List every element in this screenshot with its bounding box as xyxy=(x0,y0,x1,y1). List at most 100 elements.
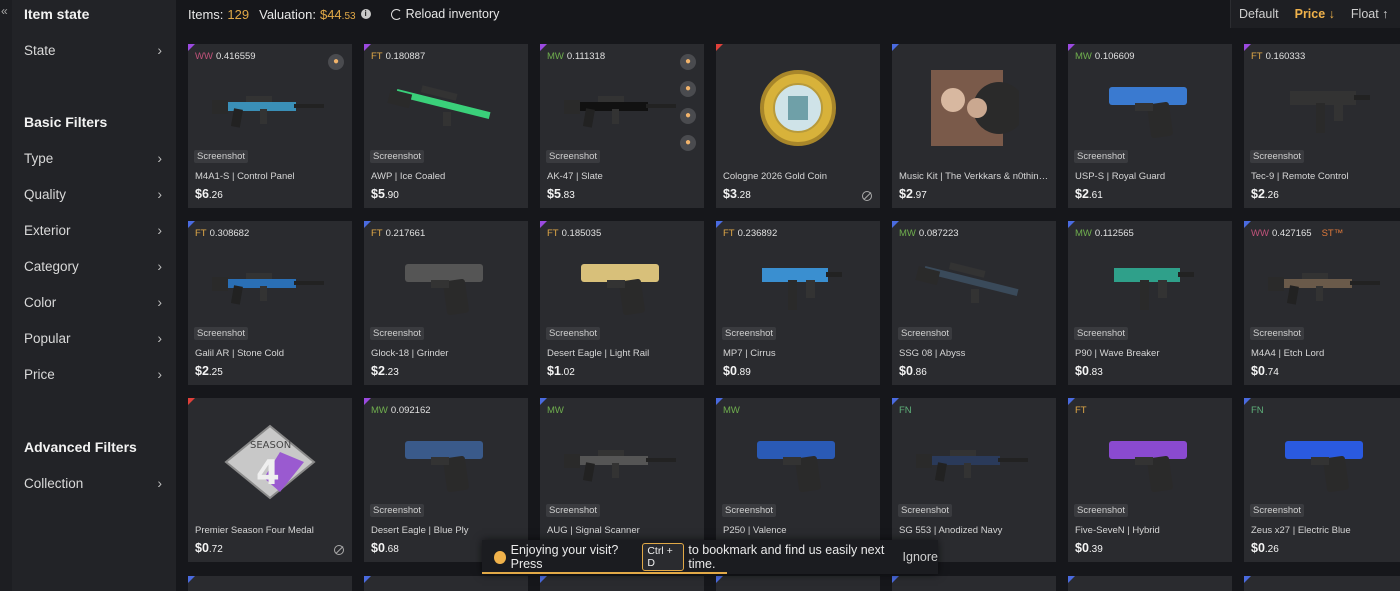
item-card[interactable]: FT 0.180887 Screenshot AWP | Ice Coaled $5.9… xyxy=(364,44,528,208)
item-card[interactable]: MW 0.087223 Screenshot SSG 08 | Abyss $0.86 xyxy=(892,221,1056,385)
sidebar-collapse-toggle[interactable]: « xyxy=(0,0,12,591)
item-price: $2.25 xyxy=(195,364,223,378)
rarity-corner xyxy=(892,44,899,51)
sidebar-item-state[interactable]: State › xyxy=(12,38,176,62)
item-image xyxy=(188,68,352,148)
sidebar-item-collection[interactable]: Collection › xyxy=(12,471,176,495)
item-image xyxy=(1068,68,1232,148)
wear-float: MW 0.111318 xyxy=(547,51,606,62)
rarity-corner xyxy=(716,398,723,405)
item-card[interactable]: FT 0.308682 Screenshot Galil AR | Stone Col… xyxy=(188,221,352,385)
rarity-corner xyxy=(716,221,723,228)
wear-float: WW 0.416559 xyxy=(195,51,256,62)
item-card[interactable] xyxy=(188,576,352,591)
item-card[interactable] xyxy=(892,576,1056,591)
wear-float: FT 0.308682 xyxy=(195,228,250,239)
info-icon[interactable]: i xyxy=(360,9,371,19)
rarity-corner xyxy=(188,44,195,51)
item-card[interactable]: WW 0.416559 ● Screenshot M4A1-S | Control Pa… xyxy=(188,44,352,208)
screenshot-button[interactable]: Screenshot xyxy=(722,327,777,340)
screenshot-button[interactable]: Screenshot xyxy=(546,327,601,340)
item-card[interactable]: MW Screenshot P250 | Valence xyxy=(716,398,880,562)
sidebar-item-quality[interactable]: Quality › xyxy=(12,182,176,206)
item-card[interactable] xyxy=(1244,576,1400,591)
item-card[interactable]: FN Screenshot Zeus x27 | Electric Blue $0.2… xyxy=(1244,398,1400,562)
wear-float: MW 0.106609 xyxy=(1075,51,1135,62)
sidebar-item-color[interactable]: Color › xyxy=(12,290,176,314)
item-card[interactable]: FT 0.217661 Screenshot Glock-18 | Grinder $2… xyxy=(364,221,528,385)
item-state-heading: Item state xyxy=(24,6,90,22)
item-price: $0.74 xyxy=(1251,364,1279,378)
rarity-corner xyxy=(892,576,899,583)
ignore-button[interactable]: Ignore xyxy=(903,550,938,564)
item-card[interactable]: MW 0.106609 Screenshot USP-S | Royal Guard $… xyxy=(1068,44,1232,208)
item-image xyxy=(364,422,528,502)
rarity-corner xyxy=(892,221,899,228)
item-card[interactable]: FT 0.185035 Screenshot Desert Eagle | Light… xyxy=(540,221,704,385)
item-card[interactable] xyxy=(1068,576,1232,591)
sidebar-item-popular[interactable]: Popular › xyxy=(12,326,176,350)
rarity-corner xyxy=(1244,576,1251,583)
wear-float: MW 0.087223 xyxy=(899,228,959,239)
item-card[interactable]: WW 0.427165 ST™ Screenshot M4A4 | Etch Lord $… xyxy=(1244,221,1400,385)
svg-text:SEASON: SEASON xyxy=(250,440,291,451)
sort-tab-price[interactable]: Price ↓ xyxy=(1287,7,1343,21)
sticker-icon: ● xyxy=(328,54,344,70)
screenshot-button[interactable]: Screenshot xyxy=(370,150,425,163)
item-card[interactable]: MW Screenshot AUG | Signal Scanner xyxy=(540,398,704,562)
item-price: $0.72 xyxy=(195,541,223,555)
sidebar-item-exterior[interactable]: Exterior › xyxy=(12,218,176,242)
item-card[interactable] xyxy=(540,576,704,591)
item-price: $0.83 xyxy=(1075,364,1103,378)
item-image xyxy=(716,422,880,502)
screenshot-button[interactable]: Screenshot xyxy=(1074,327,1129,340)
screenshot-button[interactable]: Screenshot xyxy=(546,504,601,517)
screenshot-button[interactable]: Screenshot xyxy=(194,150,249,163)
sort-tab-default[interactable]: Default xyxy=(1231,7,1287,21)
item-name: M4A4 | Etch Lord xyxy=(1251,348,1325,359)
item-name: USP-S | Royal Guard xyxy=(1075,171,1166,182)
advanced-filters-heading: Advanced Filters xyxy=(24,439,137,455)
item-card[interactable]: MW 0.112565 Screenshot P90 | Wave Breaker $0… xyxy=(1068,221,1232,385)
screenshot-button[interactable]: Screenshot xyxy=(1250,150,1305,163)
item-card[interactable]: SEASON 4 Premier Season Four Medal $0.72 xyxy=(188,398,352,562)
item-card[interactable]: FT 0.236892 Screenshot MP7 | Cirrus $0.89 xyxy=(716,221,880,385)
wear-float: FT xyxy=(1075,405,1087,416)
item-image xyxy=(892,245,1056,325)
screenshot-button[interactable]: Screenshot xyxy=(1074,504,1129,517)
item-card[interactable]: FT Screenshot Five-SeveN | Hybrid $0.39 xyxy=(1068,398,1232,562)
wear-float: FT 0.217661 xyxy=(371,228,426,239)
item-card[interactable]: Cologne 2026 Gold Coin $3.28 xyxy=(716,44,880,208)
item-card[interactable]: MW 0.111318 ● ● ● ● Screenshot AK-47 | Slate $5.… xyxy=(540,44,704,208)
screenshot-button[interactable]: Screenshot xyxy=(1250,504,1305,517)
sort-tab-float[interactable]: Float ↑ xyxy=(1343,7,1397,21)
item-card[interactable]: Music Kit | The Verkkars & n0thing, Flas… xyxy=(892,44,1056,208)
sticker-icon: ● xyxy=(680,135,696,151)
screenshot-button[interactable]: Screenshot xyxy=(898,504,953,517)
wear-float: FN xyxy=(899,405,912,416)
screenshot-button[interactable]: Screenshot xyxy=(1074,150,1129,163)
chevron-right-icon: › xyxy=(157,475,162,491)
item-image xyxy=(892,68,1056,148)
reload-inventory-button[interactable]: Reload inventory xyxy=(385,5,506,23)
item-card[interactable] xyxy=(364,576,528,591)
item-name: SG 553 | Anodized Navy xyxy=(899,525,1003,536)
item-card[interactable]: FT 0.160333 Screenshot Tec-9 | Remote Contr… xyxy=(1244,44,1400,208)
inventory-grid: WW 0.416559 ● Screenshot M4A1-S | Control Pa… xyxy=(188,44,1400,591)
item-card[interactable]: FN Screenshot SG 553 | Anodized Navy xyxy=(892,398,1056,562)
screenshot-button[interactable]: Screenshot xyxy=(370,327,425,340)
sidebar-item-type[interactable]: Type › xyxy=(12,146,176,170)
item-card[interactable] xyxy=(716,576,880,591)
item-card[interactable]: MW 0.092162 Screenshot Desert Eagle | Blue … xyxy=(364,398,528,562)
screenshot-button[interactable]: Screenshot xyxy=(1250,327,1305,340)
sidebar-item-price[interactable]: Price › xyxy=(12,362,176,386)
screenshot-button[interactable]: Screenshot xyxy=(546,150,601,163)
toast-text-after: to bookmark and find us easily next time… xyxy=(688,543,885,571)
screenshot-button[interactable]: Screenshot xyxy=(370,504,425,517)
sidebar-item-label: Collection xyxy=(24,475,84,491)
screenshot-button[interactable]: Screenshot xyxy=(898,327,953,340)
item-image xyxy=(892,422,1056,502)
screenshot-button[interactable]: Screenshot xyxy=(194,327,249,340)
sidebar-item-category[interactable]: Category › xyxy=(12,254,176,278)
screenshot-button[interactable]: Screenshot xyxy=(722,504,777,517)
